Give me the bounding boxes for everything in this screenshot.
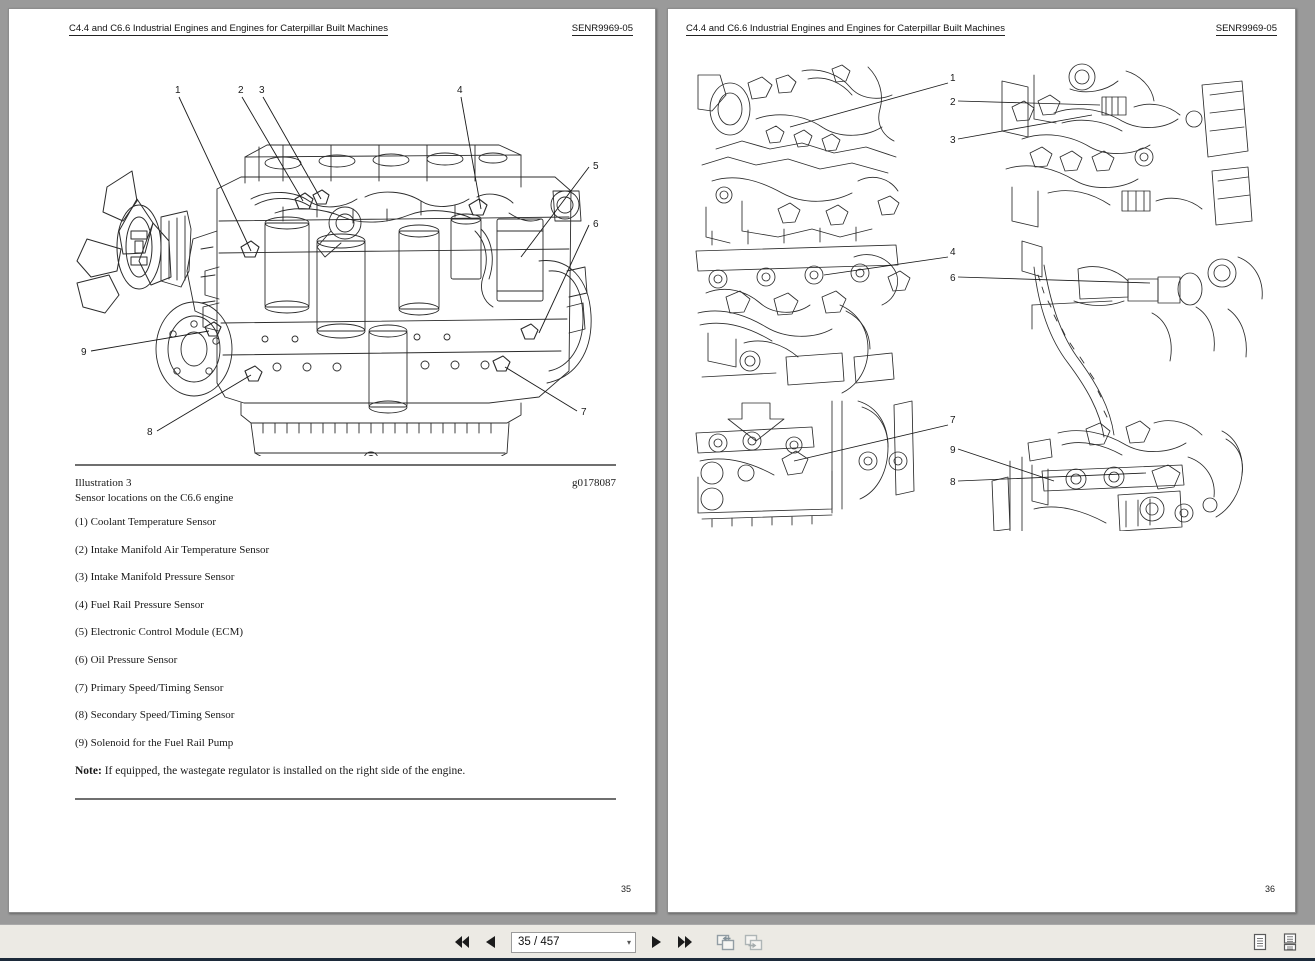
list-item: (4) Fuel Rail Pressure Sensor xyxy=(75,600,620,611)
list-item: (3) Intake Manifold Pressure Sensor xyxy=(75,572,620,583)
chevron-left-icon xyxy=(484,935,496,949)
continuous-view-button[interactable] xyxy=(1279,930,1301,954)
callout-9: 9 xyxy=(81,347,87,358)
illustration-3-subtitle: Sensor locations on the C6.6 engine xyxy=(75,492,616,504)
header-doc-number-left: SENR9969-05 xyxy=(572,23,633,36)
single-page-view-button[interactable] xyxy=(1249,930,1271,954)
previous-view-icon xyxy=(716,934,735,951)
page-number-value: 35 / 457 xyxy=(518,936,560,948)
section-divider-rule xyxy=(75,798,616,800)
callout-1: 1 xyxy=(175,85,181,96)
callout-5: 5 xyxy=(593,161,599,172)
header-title-left: C4.4 and C6.6 Industrial Engines and Eng… xyxy=(69,23,388,36)
last-page-button[interactable] xyxy=(674,930,696,954)
page-number-input[interactable]: 35 / 457 ▾ xyxy=(511,932,636,953)
engine-lineart-svg: 1 2 3 4 5 6 7 8 9 xyxy=(69,71,614,456)
page-navigation-group: 35 / 457 ▾ xyxy=(451,925,764,959)
previous-page-button[interactable] xyxy=(479,930,501,954)
list-item: (2) Intake Manifold Air Temperature Sens… xyxy=(75,545,620,556)
callout-3: 3 xyxy=(259,85,265,96)
callout-3: 3 xyxy=(950,135,956,146)
callout-1: 1 xyxy=(950,73,956,84)
illustration-4-closeup-grid: 1 2 3 4 6 7 9 8 xyxy=(682,61,1282,531)
header-title-right: C4.4 and C6.6 Industrial Engines and Eng… xyxy=(686,23,1005,36)
note-paragraph: Note: If equipped, the wastegate regulat… xyxy=(75,765,620,777)
callout-7: 7 xyxy=(950,415,956,426)
document-page-right[interactable]: C4.4 and C6.6 Industrial Engines and Eng… xyxy=(667,8,1296,913)
note-label: Note: xyxy=(75,765,102,777)
document-page-left[interactable]: C4.4 and C6.6 Industrial Engines and Eng… xyxy=(8,8,656,913)
note-text: If equipped, the wastegate regulator is … xyxy=(102,765,465,777)
callout-8: 8 xyxy=(950,477,956,488)
viewer-toolbar: 35 / 457 ▾ xyxy=(0,924,1315,961)
single-page-view-icon xyxy=(1252,933,1268,951)
illustration-3-engine-drawing: 1 2 3 4 5 6 7 8 9 xyxy=(69,71,614,456)
first-page-icon xyxy=(454,935,470,949)
next-view-icon xyxy=(744,934,763,951)
callout-4: 4 xyxy=(950,247,956,258)
closeups-lineart-svg: 1 2 3 4 6 7 9 8 xyxy=(682,61,1282,531)
chevron-right-icon xyxy=(651,935,663,949)
pdf-viewer-window: C4.4 and C6.6 Industrial Engines and Eng… xyxy=(0,0,1315,961)
last-page-icon xyxy=(677,935,693,949)
list-item: (1) Coolant Temperature Sensor xyxy=(75,517,620,528)
illustration-3-label: Illustration 3 xyxy=(75,477,132,489)
page-folio-right: 36 xyxy=(1265,884,1275,894)
list-item: (8) Secondary Speed/Timing Sensor xyxy=(75,710,620,721)
list-item: (9) Solenoid for the Fuel Rail Pump xyxy=(75,738,620,749)
list-item: (6) Oil Pressure Sensor xyxy=(75,655,620,666)
first-page-button[interactable] xyxy=(451,930,473,954)
callout-4: 4 xyxy=(457,85,463,96)
continuous-view-icon xyxy=(1282,933,1298,951)
running-header-left: C4.4 and C6.6 Industrial Engines and Eng… xyxy=(9,23,655,37)
page-folio-left: 35 xyxy=(621,884,631,894)
view-mode-group xyxy=(1249,925,1301,959)
callout-9: 9 xyxy=(950,445,956,456)
sensor-item-list: (1) Coolant Temperature Sensor (2) Intak… xyxy=(75,517,620,765)
illustration-3-caption: Illustration 3 g0178087 Sensor locations… xyxy=(75,464,616,504)
document-viewport[interactable]: C4.4 and C6.6 Industrial Engines and Eng… xyxy=(0,0,1315,924)
list-item: (5) Electronic Control Module (ECM) xyxy=(75,627,620,638)
callout-8: 8 xyxy=(147,427,153,438)
list-item: (7) Primary Speed/Timing Sensor xyxy=(75,683,620,694)
callout-6: 6 xyxy=(593,219,599,230)
callout-6: 6 xyxy=(950,273,956,284)
callout-7: 7 xyxy=(581,407,587,418)
header-doc-number-right: SENR9969-05 xyxy=(1216,23,1277,36)
chevron-down-icon[interactable]: ▾ xyxy=(627,938,631,947)
callout-2: 2 xyxy=(238,85,244,96)
next-view-button[interactable] xyxy=(742,930,764,954)
illustration-3-graphic-id: g0178087 xyxy=(572,477,616,489)
caption-rule xyxy=(75,464,616,466)
callout-2: 2 xyxy=(950,97,956,108)
previous-view-button[interactable] xyxy=(714,930,736,954)
running-header-right: C4.4 and C6.6 Industrial Engines and Eng… xyxy=(668,23,1295,37)
next-page-button[interactable] xyxy=(646,930,668,954)
